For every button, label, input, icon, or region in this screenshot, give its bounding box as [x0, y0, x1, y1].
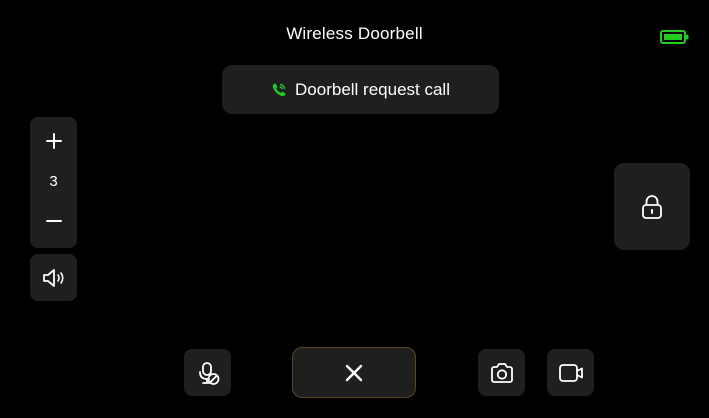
mute-mic-button[interactable] — [184, 349, 231, 396]
close-icon — [345, 364, 363, 381]
camera-icon — [490, 362, 513, 383]
video-record-icon — [558, 363, 583, 382]
volume-down-button[interactable] — [30, 207, 77, 235]
volume-level: 3 — [49, 173, 58, 190]
call-request-toast: Doorbell request call — [222, 65, 499, 114]
speaker-button[interactable] — [30, 254, 77, 301]
toast-text: Doorbell request call — [295, 79, 450, 99]
minus-icon — [45, 220, 62, 222]
volume-up-button[interactable] — [30, 127, 77, 155]
speaker-icon — [42, 268, 64, 287]
volume-control: 3 — [30, 117, 77, 248]
battery-full-icon — [660, 30, 689, 44]
phone-ringing-icon — [272, 83, 286, 96]
app-title: Wireless Doorbell — [286, 24, 423, 43]
plus-icon — [45, 133, 62, 149]
hang-up-button[interactable] — [292, 347, 416, 398]
mic-off-icon — [198, 361, 219, 385]
unlock-door-button[interactable] — [614, 163, 690, 250]
record-video-button[interactable] — [547, 349, 594, 396]
lock-icon — [642, 194, 662, 219]
snapshot-button[interactable] — [478, 349, 525, 396]
